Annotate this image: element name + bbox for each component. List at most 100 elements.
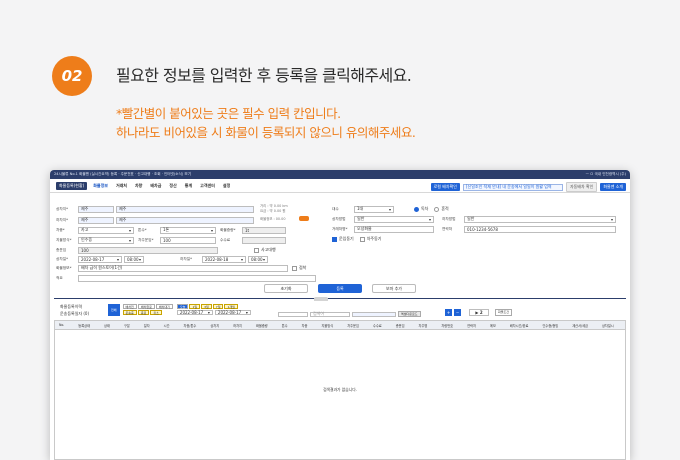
mixed-radio[interactable]	[434, 206, 440, 212]
column-header[interactable]: 수수료	[373, 323, 382, 328]
tag-1day[interactable]: 1일	[189, 304, 201, 309]
column-header[interactable]: 차종/톤수	[184, 323, 197, 328]
load-date-input[interactable]: 2022-08-17	[78, 255, 122, 263]
column-header[interactable]: No.	[59, 323, 64, 327]
page-indicator[interactable]: ▶ 2	[469, 308, 489, 316]
column-header[interactable]: 상차지	[210, 323, 219, 328]
unload-hour-select[interactable]: 08:00	[248, 255, 268, 263]
guide-card: 02 필요한 정보를 입력한 후 등록을 클릭해주세요. *빨간별이 붙어있는 …	[0, 0, 680, 460]
app-window: 24시물류 No.1 화물맨 (실시간요약) 등록 · 주문전표 · 신고대행 …	[50, 170, 630, 460]
notice-search[interactable]: [신일조인 적재 안내] 내 운송에서 일일이 원활 입력	[462, 183, 563, 191]
column-header[interactable]: 차량번호	[441, 323, 453, 328]
ton-select[interactable]: 1톤	[160, 226, 216, 234]
intro-button[interactable]: 화물맨 소개	[600, 183, 626, 191]
menu-freight-register[interactable]: 화물등록(현황)	[56, 181, 88, 190]
weight-input[interactable]: 1t	[242, 226, 286, 234]
period-tags: 오늘 1일 3일 7일 1개월	[176, 304, 251, 309]
unload-method-select[interactable]: 일반	[464, 215, 616, 223]
tag-cancel[interactable]: 취소	[150, 310, 162, 315]
column-header[interactable]: 일자	[144, 323, 150, 328]
column-header[interactable]: 메모	[490, 323, 496, 328]
driver-sync-checkbox[interactable]	[359, 236, 365, 242]
menu-settings[interactable]: 설정	[223, 183, 230, 189]
load-method-label: 상차방법	[332, 216, 346, 221]
auto-dispatch-button[interactable]: 자동배차 확인	[565, 182, 598, 192]
tag-1month[interactable]: 1개월	[224, 304, 238, 309]
column-header[interactable]: 차종	[302, 323, 308, 328]
add-more-button[interactable]: 보마 추가	[372, 284, 416, 293]
menu-vehicles[interactable]: 차량	[135, 183, 142, 189]
end-address-input[interactable]: 제주	[116, 216, 254, 224]
car-type-select[interactable]: 카고	[78, 226, 134, 234]
collapse-handle[interactable]	[314, 297, 328, 301]
column-header[interactable]: 차주명	[419, 323, 428, 328]
column-header[interactable]: 하차지	[233, 323, 242, 328]
end-region-input[interactable]: 제주	[78, 216, 114, 224]
column-header[interactable]: 톤수	[282, 323, 288, 328]
start-region-input[interactable]: 제주	[78, 205, 114, 213]
start-address-input[interactable]: 제주	[116, 205, 254, 213]
driver-fee-input[interactable]: 100	[160, 236, 216, 244]
tag-3day[interactable]: 3일	[201, 304, 212, 309]
tag-7day[interactable]: 7일	[212, 304, 224, 309]
tag-before-dispatch[interactable]: 배차전	[122, 304, 137, 309]
cargo-check-label: 접착	[299, 265, 307, 270]
unload-date-input[interactable]: 2022-08-18	[202, 255, 246, 263]
tag-dispatched[interactable]: 배차완료	[137, 304, 155, 309]
column-header[interactable]: 등록상태	[78, 323, 90, 328]
plus-icon[interactable]: +	[445, 308, 452, 316]
column-header[interactable]: 총운임	[396, 323, 405, 328]
tag-today[interactable]: 오늘	[176, 304, 189, 309]
date-from-input[interactable]: 2022-08-17	[176, 310, 213, 315]
load-method-select[interactable]: 일반	[354, 215, 434, 223]
commission-input[interactable]	[242, 236, 286, 244]
menu-cargo-info[interactable]: 화물정보	[93, 183, 108, 189]
tax-checkbox[interactable]	[254, 247, 259, 253]
column-header[interactable]: 구분	[124, 323, 130, 328]
window-controls[interactable]: ㅡ ㅁ 국내 인천광역시 (주)	[586, 172, 626, 177]
memo-label: 적요	[56, 275, 63, 280]
column-header[interactable]: 연락처	[467, 323, 476, 328]
date-to-input[interactable]: 2022-08-17	[214, 310, 251, 315]
minus-icon[interactable]: −	[454, 308, 461, 316]
column-header[interactable]: 인수증/증빙	[542, 323, 558, 328]
register-button[interactable]: 등록	[318, 284, 362, 293]
column-header[interactable]: 상차일시	[602, 323, 614, 328]
column-header[interactable]: 계산서/세금	[572, 323, 588, 328]
tag-done[interactable]: 종료	[137, 310, 150, 315]
keyword-input-2[interactable]	[352, 311, 396, 317]
column-header[interactable]: 배차시간/완료	[510, 323, 529, 328]
pay-method-select[interactable]: 인수증	[78, 236, 134, 244]
local-dispatch-button[interactable]: 로컬 배차확인	[430, 183, 460, 191]
class-select[interactable]: 1대	[354, 205, 394, 213]
menu-stats[interactable]: 통계	[185, 183, 192, 189]
keyword-select[interactable]	[278, 311, 308, 317]
column-header[interactable]: 차주운임	[347, 323, 359, 328]
solo-radio[interactable]	[414, 206, 419, 212]
company-input[interactable]: 오성화물	[354, 225, 434, 233]
keyword-input[interactable]: 검색어	[310, 311, 350, 317]
cargo-info-input[interactable]: 배차 급히 원스토어(1건)	[78, 264, 288, 272]
column-header[interactable]: 시간	[164, 323, 170, 328]
menu-settlement[interactable]: 정산	[169, 183, 176, 189]
tag-all[interactable]: 전체	[108, 304, 120, 316]
cargo-condition-button[interactable]: 화물조건	[495, 308, 513, 316]
cargo-checkbox[interactable]	[292, 265, 297, 271]
tag-waiting[interactable]: 배차대기	[155, 304, 173, 309]
menu-support[interactable]: 고객센터	[200, 183, 215, 189]
fare-sync-checkbox[interactable]	[332, 236, 337, 242]
excel-download-button[interactable]: 엑셀다운로드	[398, 311, 421, 317]
column-header[interactable]: 지불방식	[321, 323, 333, 328]
status-tags-row1: 배차전 배차완료 배차대기	[122, 304, 173, 309]
map-badge[interactable]	[299, 216, 310, 221]
column-header[interactable]: 화물중량	[256, 323, 268, 328]
reset-button[interactable]: 초기화	[264, 284, 308, 293]
load-hour-select[interactable]: 08:00	[124, 255, 144, 263]
menu-dispatch-fee[interactable]: 배차금	[150, 183, 161, 189]
method-row: 상차방법 일반 하차방법 일반	[332, 215, 616, 223]
menu-clients[interactable]: 거래처	[116, 183, 127, 189]
memo-input[interactable]	[78, 274, 316, 282]
phone-input[interactable]: 010-1234-5678	[464, 225, 616, 233]
tag-in-transit[interactable]: 운송중	[122, 310, 137, 315]
column-header[interactable]: 상태	[104, 323, 110, 328]
